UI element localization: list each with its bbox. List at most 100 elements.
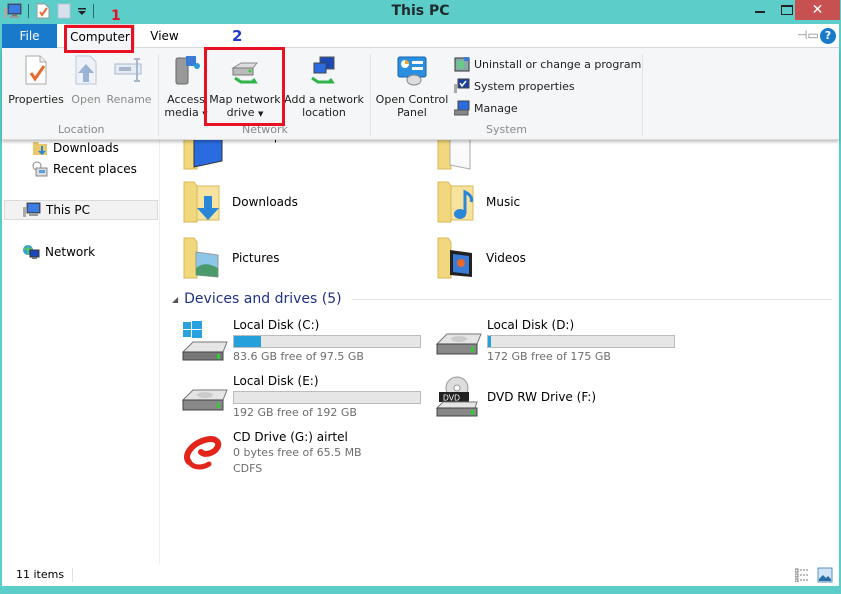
folder-label: Videos [486,251,526,265]
drive-free-space: 192 GB free of 192 GB [233,406,357,419]
recent-places-icon [32,161,48,177]
pictures-folder-icon [183,237,219,279]
content-pane: Desktop Documents Downloads Music Pictur… [162,129,839,564]
drive-g[interactable]: CD Drive (G:) airtel 0 bytes free of 65.… [181,430,431,480]
drive-free-space: 0 bytes free of 65.5 MB [233,446,362,459]
maximize-icon [781,5,793,15]
folder-pictures[interactable]: Pictures [182,236,280,280]
folder-label: Music [486,195,521,209]
downloads-folder-icon [183,181,220,223]
rename-label: Rename [106,93,152,106]
access-media-label-2: media [164,106,199,119]
manage-label: Manage [474,101,518,115]
add-network-location-label-1: Add a network [284,93,364,106]
open-control-panel-button[interactable]: Open Control Panel [374,54,450,119]
drive-f[interactable]: DVD DVD RW Drive (F:) [435,374,685,424]
large-icons-view-icon[interactable] [817,567,833,583]
group-separator [158,54,159,136]
drive-usage-bar [233,391,421,404]
add-network-location-button[interactable]: Add a network location [284,54,364,119]
rename-button[interactable]: Rename [106,54,152,106]
devices-and-drives-header[interactable]: ◢ Devices and drives (5) [172,291,832,307]
open-button[interactable]: Open [68,54,104,106]
drive-e[interactable]: Local Disk (E:) 192 GB free of 192 GB [181,374,431,424]
file-explorer-window: This PC ✕ File Computer View ⊣▭ ? 1 Prop… [0,0,841,594]
item-count: 11 items [16,568,65,581]
status-bar: 11 items [2,564,839,586]
section-title: Devices and drives (5) [184,291,342,307]
folder-label: Pictures [232,251,280,265]
folder-videos[interactable]: Videos [436,236,526,280]
folder-music[interactable]: Music [436,180,520,224]
nav-item-label: Network [45,245,96,259]
highlight-box-map-network-drive [204,47,285,126]
drive-free-space: 172 GB free of 175 GB [487,350,611,363]
drive-name: CD Drive (G:) airtel [233,430,348,444]
group-label-system: System [486,123,528,136]
media-icon [175,56,200,85]
tab-file[interactable]: File [2,24,57,48]
annotation-2: 2 [232,27,243,45]
close-button[interactable]: ✕ [795,0,840,20]
drive-name: Local Disk (C:) [233,318,320,332]
nav-item-label: Downloads [53,141,119,155]
group-label-location: Location [58,123,105,136]
hard-drive-icon [435,333,482,355]
system-properties-button[interactable]: System properties [454,78,575,94]
open-control-panel-label-2: Panel [397,106,427,119]
section-divider [351,298,832,300]
svg-text:DVD: DVD [443,394,460,403]
minimize-button[interactable] [748,0,772,20]
manage-button[interactable]: Manage [454,100,518,116]
music-folder-icon [437,181,474,223]
control-panel-icon [397,56,427,86]
group-separator [642,54,643,136]
highlight-box-computer-tab [64,25,134,53]
folder-downloads[interactable]: Downloads [182,180,298,224]
minimize-icon [755,11,765,13]
folder-label: Downloads [232,195,298,209]
nav-item-downloads[interactable]: Downloads [32,140,119,156]
properties-icon [25,55,47,85]
drive-filesystem: CDFS [233,462,263,475]
airtel-cd-icon [184,436,222,470]
drive-usage-bar [487,335,675,348]
drive-name: Local Disk (D:) [487,318,575,332]
network-icon [23,245,40,259]
collapse-triangle-icon[interactable]: ◢ [172,295,178,304]
drive-usage-fill [234,336,261,347]
nav-item-recent-places[interactable]: Recent places [32,161,137,177]
nav-item-label: Recent places [53,162,137,176]
help-icon[interactable]: ? [820,28,836,44]
annotation-1: 1 [111,8,121,24]
drive-c[interactable]: Local Disk (C:) 83.6 GB free of 97.5 GB [181,318,431,368]
hard-drive-icon [181,389,228,411]
close-icon: ✕ [811,2,824,18]
add-network-location-label-2: location [302,106,346,119]
windows-drive-icon [181,321,228,361]
details-view-icon[interactable] [795,568,809,582]
nav-item-network[interactable]: Network [22,244,95,260]
nav-item-label: This PC [46,203,90,217]
access-media-button[interactable]: Access media ▼ [164,54,208,121]
window-title: This PC [391,3,450,19]
system-properties-label: System properties [474,79,575,93]
drive-name: Local Disk (E:) [233,374,319,388]
status-separator [72,568,73,582]
drive-usage-bar [233,335,421,348]
system-properties-icon [454,78,470,93]
group-separator [370,54,371,136]
pin-icon[interactable]: ⊣▭ [797,28,819,42]
videos-folder-icon [437,237,472,279]
this-pc-icon [23,202,41,217]
properties-button[interactable]: Properties [8,54,64,106]
drive-d[interactable]: Local Disk (D:) 172 GB free of 175 GB [435,318,685,368]
tab-view[interactable]: View [142,24,187,48]
nav-item-this-pc[interactable]: This PC [4,200,158,220]
uninstall-program-button[interactable]: Uninstall or change a program [454,56,641,72]
network-location-icon [311,56,335,84]
uninstall-program-icon [454,57,470,72]
uninstall-program-label: Uninstall or change a program [474,57,642,71]
properties-label: Properties [8,93,64,106]
drive-usage-fill [488,336,492,347]
